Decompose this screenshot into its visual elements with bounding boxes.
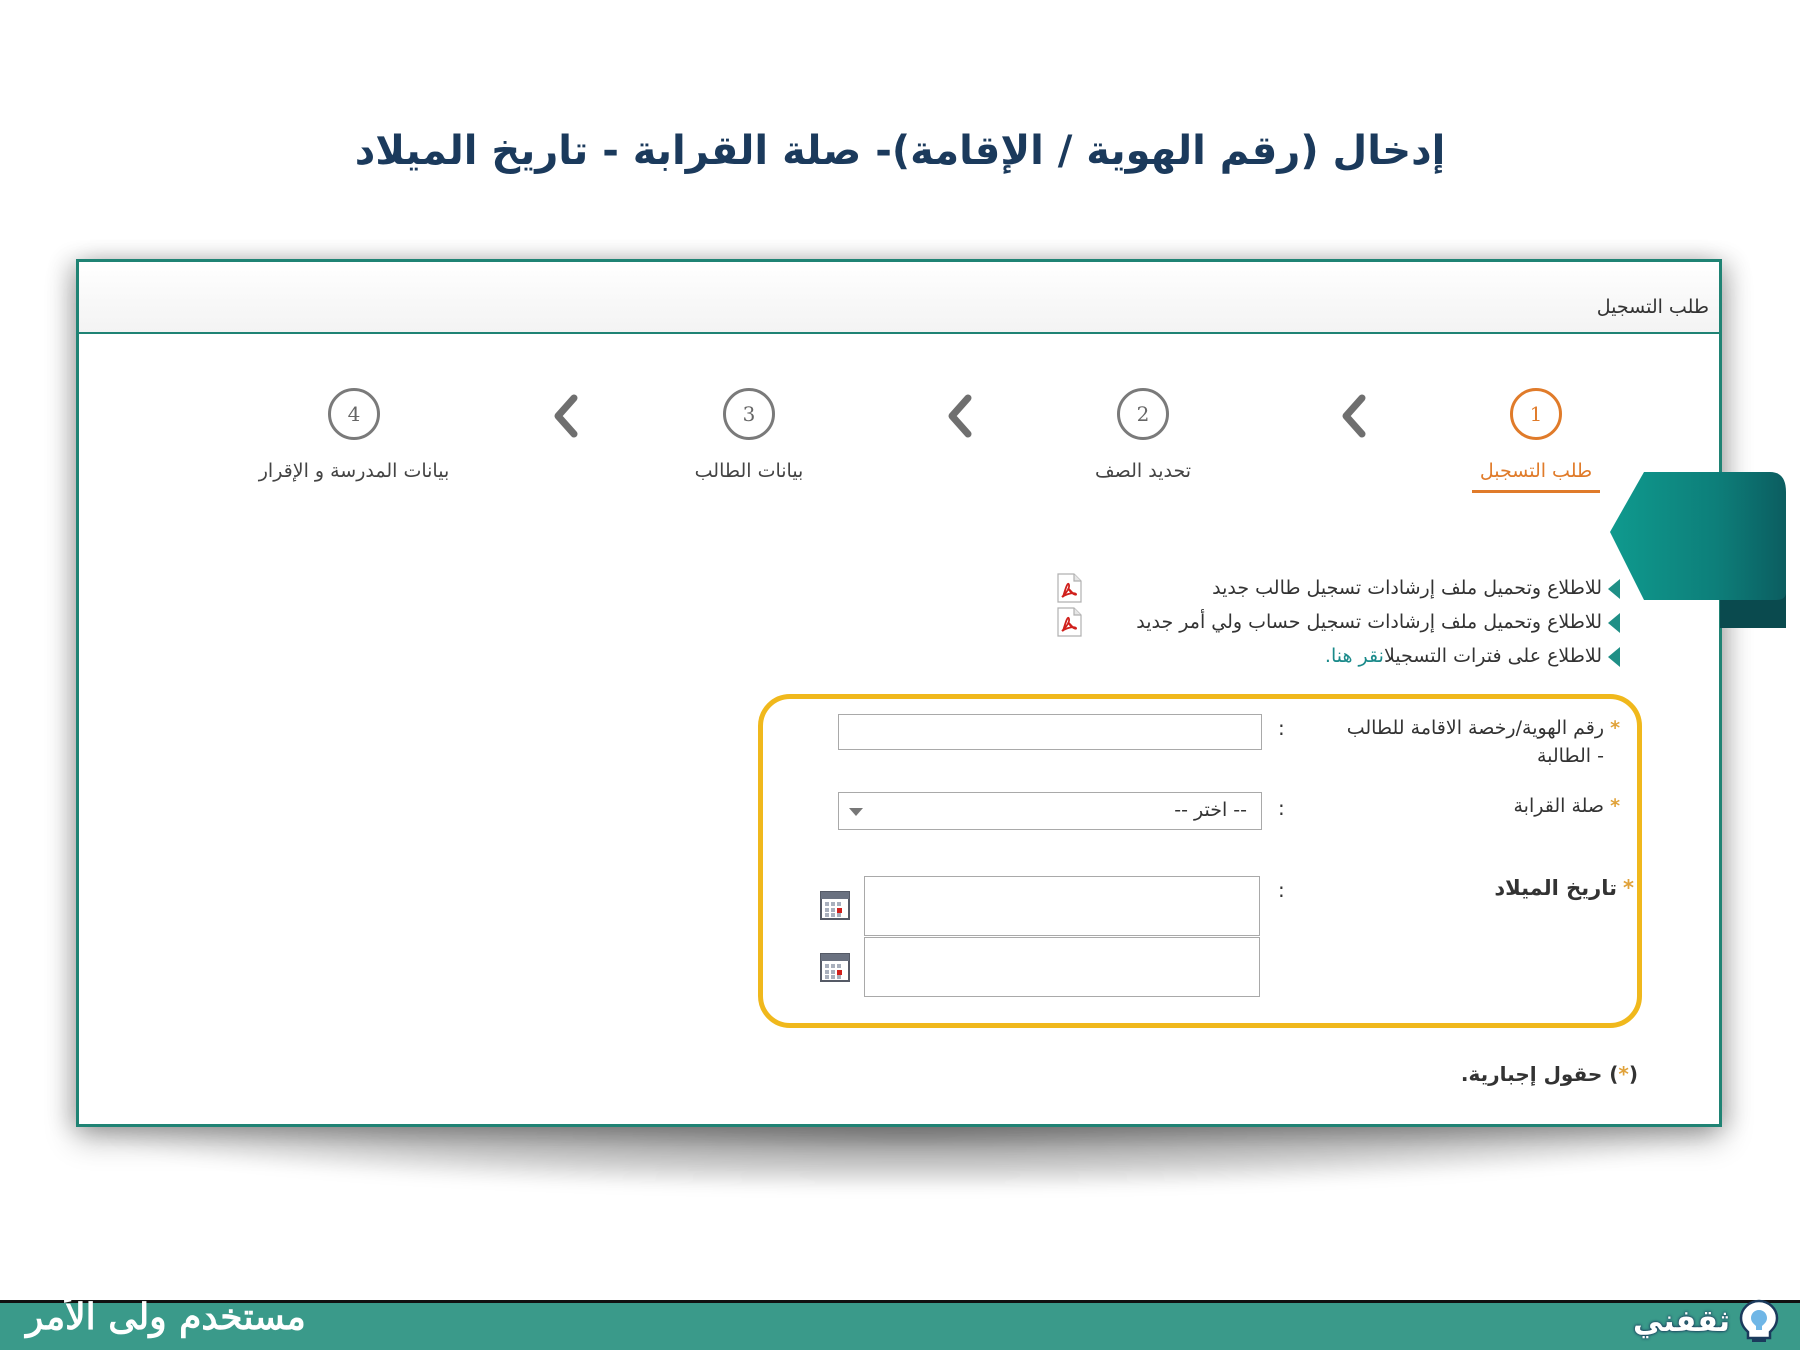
panel-header-label: طلب التسجيل (1596, 296, 1709, 318)
step-label: تحديد الصف (1094, 460, 1192, 482)
step-school-and-declaration[interactable]: 4 بيانات المدرسة و الإقرار (234, 388, 474, 482)
info-link-new-guardian-guide[interactable]: للاطلاع وتحميل ملف إرشادات تسجيل حساب ول… (1136, 611, 1620, 633)
dropdown-arrow-icon (849, 808, 863, 816)
info-link-text: للاطلاع على فترات التسجيل (1383, 645, 1602, 667)
colon: : (1278, 716, 1285, 740)
calendar-icon[interactable] (819, 889, 851, 921)
ribbon-decoration (1610, 472, 1786, 628)
bullet-arrow-icon (1608, 578, 1620, 599)
step-student-data[interactable]: 3 بيانات الطالب (629, 388, 869, 482)
id-number-label: *رقم الهوية/رخصة الاقامة للطالب - الطالب… (1346, 717, 1620, 767)
mandatory-fields-note: (*) حقول إجبارية. (1460, 1062, 1638, 1086)
chevron-left-icon (1342, 394, 1366, 438)
step-label: طلب التسجبل (1471, 460, 1601, 493)
relation-select[interactable]: -- اختر -- (838, 792, 1262, 830)
step-number-circle: 1 (1510, 388, 1562, 440)
step-registration-request[interactable]: 1 طلب التسجبل (1416, 388, 1656, 493)
pdf-icon[interactable] (1056, 573, 1082, 603)
relation-label: *صلة القرابة (1513, 795, 1620, 817)
bullet-arrow-icon (1608, 612, 1620, 633)
birthdate-label: *تاريخ الميلاد (1494, 876, 1634, 900)
step-grade-selection[interactable]: 2 تحديد الصف (1023, 388, 1263, 482)
colon: : (1278, 878, 1285, 902)
slide-title: إدخال (رقم الهوية / الإقامة)- صلة القراب… (354, 128, 1446, 174)
required-mark: * (1618, 1062, 1629, 1086)
chevron-left-icon (948, 394, 972, 438)
bullet-arrow-icon (1608, 646, 1620, 667)
footer-text: مستخدم ولى الأمر (26, 1296, 306, 1338)
relation-select-value: -- اختر -- (1174, 799, 1247, 821)
calendar-icon[interactable] (819, 951, 851, 983)
info-link-text: للاطلاع وتحميل ملف إرشادات تسجيل طالب جد… (1212, 577, 1602, 599)
brand-logo-text: ثقفني (1632, 1303, 1730, 1339)
required-mark: * (1610, 717, 1620, 739)
required-mark: * (1610, 795, 1620, 817)
step-label: بيانات المدرسة و الإقرار (258, 460, 450, 482)
birthdate-hijri-input[interactable] (864, 876, 1260, 936)
id-number-input[interactable] (838, 714, 1262, 750)
step-number-circle: 4 (328, 388, 380, 440)
panel-header: طلب التسجيل (79, 262, 1719, 334)
info-link-registration-periods: للاطلاع على فترات التسجيلانقر هنا. (1325, 645, 1620, 667)
info-link-new-student-guide[interactable]: للاطلاع وتحميل ملف إرشادات تسجيل طالب جد… (1212, 577, 1620, 599)
step-number-circle: 3 (723, 388, 775, 440)
birthdate-gregorian-input[interactable] (864, 937, 1260, 997)
info-link-text: للاطلاع وتحميل ملف إرشادات تسجيل حساب ول… (1136, 611, 1602, 633)
brand-logo: ثقفني (1633, 1294, 1782, 1348)
colon: : (1278, 796, 1285, 820)
step-number-circle: 2 (1117, 388, 1169, 440)
lightbulb-icon (1739, 1299, 1779, 1342)
chevron-left-icon (554, 394, 578, 438)
step-label: بيانات الطالب (694, 460, 804, 482)
click-here-link[interactable]: انقر هنا. (1325, 645, 1384, 667)
required-mark: * (1623, 876, 1634, 900)
pdf-icon[interactable] (1056, 607, 1082, 637)
